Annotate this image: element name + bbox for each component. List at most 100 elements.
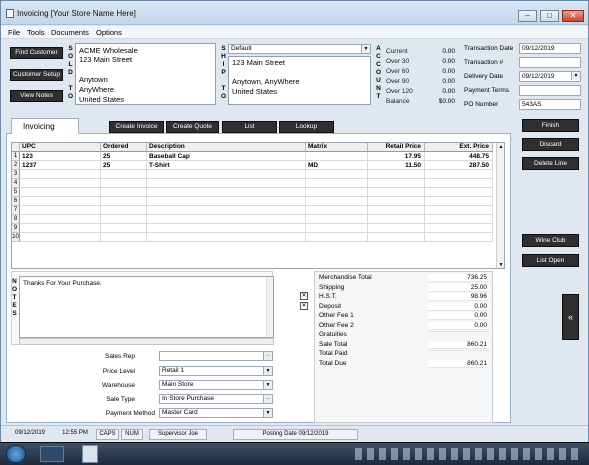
chevron-down-icon[interactable]: ▼ <box>263 367 272 375</box>
grid-cell[interactable] <box>425 188 493 197</box>
grid-cell[interactable] <box>368 170 425 179</box>
grid-cell[interactable] <box>147 233 306 242</box>
grid-cell[interactable] <box>306 179 368 188</box>
taskbar-app-icon[interactable] <box>40 446 64 462</box>
price-level-select[interactable]: Retail 1 ▼ <box>159 366 273 376</box>
grid-cell[interactable]: 448.75 <box>425 152 493 161</box>
grid-cell[interactable] <box>101 197 147 206</box>
sold-to-address[interactable]: ACME Wholesale 123 Main Street Anytown A… <box>75 43 216 105</box>
close-button[interactable]: ✕ <box>562 10 584 22</box>
payment-terms-field[interactable] <box>519 85 581 96</box>
ship-to-select[interactable]: Default ▼ <box>228 44 371 54</box>
grid-cell[interactable] <box>306 206 368 215</box>
finish-button[interactable]: Finish <box>522 119 579 132</box>
notes-textarea[interactable]: Thanks For Your Purchase. <box>19 276 274 338</box>
grid-cell[interactable] <box>368 215 425 224</box>
grid-cell[interactable] <box>368 188 425 197</box>
grid-cell[interactable] <box>20 215 101 224</box>
scroll-down-icon[interactable]: ▼ <box>498 262 504 268</box>
chevron-down-icon[interactable]: ▼ <box>571 72 580 80</box>
create-quote-button[interactable]: Create Quote <box>166 121 219 133</box>
grid-cell[interactable] <box>368 179 425 188</box>
transaction-date-field[interactable]: 09/12/2019 <box>519 43 581 54</box>
grid-cell[interactable] <box>147 215 306 224</box>
column-header-ext-price[interactable]: Ext. Price <box>425 143 493 152</box>
grid-cell[interactable] <box>425 170 493 179</box>
grid-cell[interactable] <box>101 170 147 179</box>
grid-cell[interactable]: Baseball Cap <box>147 152 306 161</box>
ellipsis-icon[interactable]: ··· <box>263 395 272 403</box>
wine-club-button[interactable]: Wine Club <box>522 234 579 247</box>
grid-cell[interactable] <box>368 233 425 242</box>
collapse-panel-button[interactable]: « <box>562 294 579 340</box>
grid-cell[interactable] <box>20 206 101 215</box>
grid-cell[interactable] <box>101 188 147 197</box>
grid-cell[interactable]: 287.50 <box>425 161 493 170</box>
taskbar-invoicing-icon[interactable] <box>82 445 98 463</box>
grid-cell[interactable] <box>101 206 147 215</box>
grid-cell[interactable] <box>425 233 493 242</box>
menu-tools[interactable]: Tools <box>27 28 45 37</box>
grid-cell[interactable] <box>147 188 306 197</box>
grid-cell[interactable] <box>306 233 368 242</box>
maximize-button[interactable]: □ <box>540 10 559 22</box>
lookup-button[interactable]: Lookup <box>279 121 334 133</box>
row-number[interactable]: 2 <box>12 161 20 170</box>
delete-line-button[interactable]: Delete Line <box>522 157 579 170</box>
grid-cell[interactable]: 1237 <box>20 161 101 170</box>
column-header-matrix[interactable]: Matrix <box>306 143 368 152</box>
row-number[interactable]: 9 <box>12 224 20 233</box>
notes-scrollbar[interactable] <box>266 277 273 337</box>
grid-cell[interactable]: 11.50 <box>368 161 425 170</box>
grid-cell[interactable] <box>425 215 493 224</box>
grid-cell[interactable] <box>368 224 425 233</box>
grid-cell[interactable] <box>425 197 493 206</box>
line-items-grid[interactable]: UPC Ordered Description Matrix Retail Pr… <box>11 142 505 269</box>
grid-cell[interactable]: 25 <box>101 161 147 170</box>
customer-setup-button[interactable]: Customer Setup <box>10 69 63 81</box>
grid-cell[interactable] <box>147 170 306 179</box>
grid-cell[interactable]: 25 <box>101 152 147 161</box>
grid-cell[interactable] <box>20 233 101 242</box>
grid-cell[interactable] <box>147 224 306 233</box>
grid-cell[interactable]: T-Shirt <box>147 161 306 170</box>
grid-cell[interactable] <box>147 179 306 188</box>
notes-horizontal-scrollbar[interactable] <box>19 338 274 345</box>
grid-cell[interactable] <box>425 206 493 215</box>
column-header-ordered[interactable]: Ordered <box>101 143 147 152</box>
sales-rep-field[interactable]: ··· <box>159 351 273 361</box>
grid-cell[interactable] <box>20 197 101 206</box>
chevron-down-icon[interactable]: ▼ <box>263 409 272 417</box>
ellipsis-icon[interactable]: ··· <box>263 352 272 360</box>
menu-options[interactable]: Options <box>96 28 122 37</box>
grid-cell[interactable] <box>425 179 493 188</box>
grid-cell[interactable] <box>306 152 368 161</box>
grid-cell[interactable] <box>101 233 147 242</box>
grid-cell[interactable]: 17.95 <box>368 152 425 161</box>
column-header-description[interactable]: Description <box>147 143 306 152</box>
scroll-up-icon[interactable]: ▲ <box>498 144 504 151</box>
grid-cell[interactable] <box>147 197 306 206</box>
system-tray-icons[interactable] <box>355 448 583 460</box>
grid-cell[interactable]: MD <box>306 161 368 170</box>
row-number[interactable]: 7 <box>12 206 20 215</box>
row-number[interactable]: 3 <box>12 170 20 179</box>
grid-cell[interactable] <box>368 197 425 206</box>
column-header-upc[interactable]: UPC <box>20 143 101 152</box>
sale-type-field[interactable]: In Store Purchase ··· <box>159 394 273 404</box>
view-notes-button[interactable]: View Notes <box>10 90 63 102</box>
grid-cell[interactable] <box>425 224 493 233</box>
grid-cell[interactable] <box>368 206 425 215</box>
row-number[interactable]: 4 <box>12 179 20 188</box>
grid-cell[interactable] <box>306 170 368 179</box>
row-number[interactable]: 1 <box>12 152 20 161</box>
start-button[interactable] <box>6 445 26 463</box>
find-customer-button[interactable]: Find Customer <box>10 47 63 59</box>
menu-documents[interactable]: Documents <box>51 28 89 37</box>
grid-cell[interactable] <box>101 215 147 224</box>
grid-cell[interactable] <box>101 179 147 188</box>
minimize-button[interactable]: – <box>518 10 537 22</box>
ship-to-address[interactable]: 123 Main Street Anytown, AnyWhere United… <box>228 56 371 105</box>
create-invoice-button[interactable]: Create Invoice <box>109 121 164 133</box>
clear-x-icon[interactable]: ✕ <box>300 292 308 300</box>
